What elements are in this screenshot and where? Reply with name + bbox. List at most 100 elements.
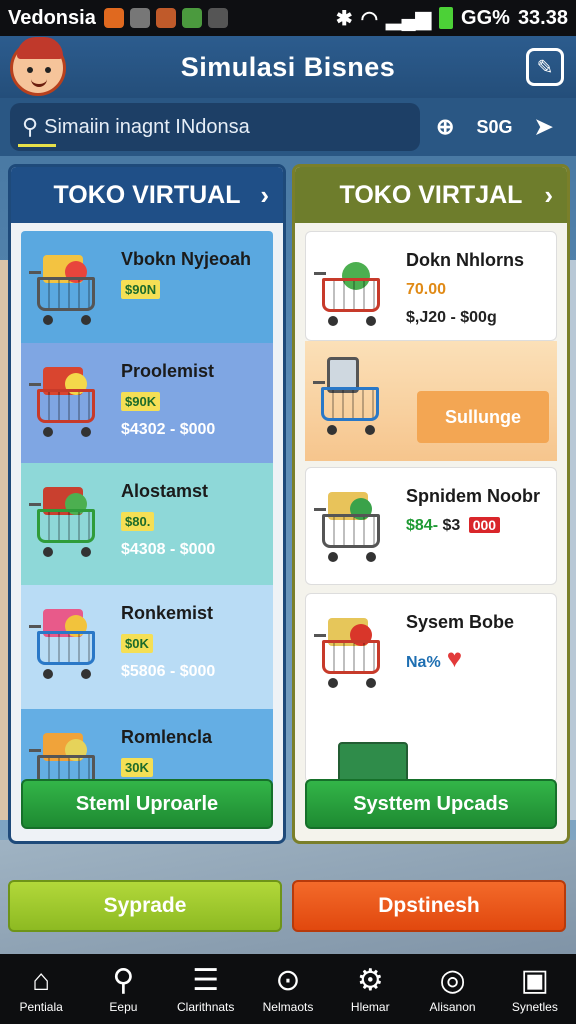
- cart-wheel: [366, 552, 376, 562]
- store-item[interactable]: Vbokn Nyjeoah $90N: [21, 231, 273, 343]
- nav-item-list[interactable]: ☰ Clarithnats: [165, 954, 247, 1024]
- marker-icon: ⊙: [275, 964, 301, 997]
- battery-percent: GG%: [461, 6, 510, 29]
- search-text: Simaiin inagnt INdonsa: [44, 115, 250, 138]
- nav-label: Alisanon: [429, 1000, 476, 1014]
- right-upgrade-button[interactable]: Systtem Upcads: [305, 779, 557, 829]
- right-column-title: TOKO VIRTJAL: [339, 180, 523, 209]
- item-price-range: $4308 - $000: [121, 541, 216, 558]
- item-name: Vbokn Nyjeoah: [121, 249, 252, 269]
- nav-label: Clarithnats: [177, 1000, 235, 1014]
- cart-wheel: [365, 425, 375, 435]
- nav-item-location[interactable]: ⚲ Eepu: [82, 954, 164, 1024]
- notification-game-icon: [181, 8, 202, 28]
- nav-item-home[interactable]: ⌂ Pentiala: [0, 954, 82, 1024]
- chevron-right-icon[interactable]: ›: [544, 180, 553, 211]
- cart-wheel: [328, 316, 338, 326]
- left-column-header[interactable]: TOKO VIRTUAL ›: [11, 167, 283, 223]
- shopping-cart-icon: [314, 248, 394, 328]
- cart-handle: [313, 381, 325, 384]
- cart-wheel: [81, 669, 91, 679]
- left-store-column: TOKO VIRTUAL › Vbokn Nyjeoah $90N Proole…: [8, 164, 286, 844]
- list-icon: ☰: [192, 964, 220, 997]
- item-percent: Na%: [406, 654, 441, 671]
- item-price: $90N: [121, 280, 161, 299]
- nav-label: Synetles: [511, 1000, 558, 1014]
- item-name: Dokn Nhlorns: [406, 250, 525, 270]
- search-tools: ⊕ S0G ➤: [436, 114, 553, 140]
- store-item[interactable]: Alostamst $80. $4308 - $000: [21, 463, 273, 585]
- item-price: $0K: [121, 634, 153, 653]
- store-item[interactable]: Dokn Nhlorns 70.00 $,J20 - $00g: [305, 231, 557, 341]
- cart-handle: [29, 383, 41, 386]
- store-item[interactable]: Spnidem Noobr $84- $3 000: [305, 467, 557, 585]
- item-price: 30K: [121, 758, 153, 777]
- search-input[interactable]: ⚲ Simaiin inagnt INdonsa: [10, 103, 420, 151]
- upgrade-action-button[interactable]: Syprade: [8, 880, 282, 932]
- store-item[interactable]: Sullunge: [305, 341, 557, 461]
- cart-wheel: [366, 316, 376, 326]
- cart-handle: [314, 508, 326, 511]
- item-price-tag: 000: [468, 517, 501, 533]
- edit-icon[interactable]: ✎: [526, 48, 564, 86]
- cart-wheel: [328, 678, 338, 688]
- search-row: ⚲ Simaiin inagnt INdonsa ⊕ S0G ➤: [0, 98, 576, 156]
- calendar-icon: ▣: [520, 964, 549, 997]
- nav-item-calendar[interactable]: ▣ Synetles: [494, 954, 576, 1024]
- app-header: Simulasi Bisnes ✎: [0, 36, 576, 98]
- cart-wheel: [366, 678, 376, 688]
- heart-icon[interactable]: ♥: [447, 643, 462, 673]
- cart-basket: [321, 387, 379, 421]
- bottom-nav: ⌂ Pentiala ⚲ Eepu ☰ Clarithnats ⊙ Nelmao…: [0, 954, 576, 1024]
- nav-item-settings[interactable]: ⚙ Hlemar: [329, 954, 411, 1024]
- notification-home-icon: [155, 8, 176, 28]
- shopping-cart-icon: [29, 247, 109, 327]
- notification-mail-icon: [129, 8, 150, 28]
- cart-wheel: [43, 669, 53, 679]
- suggest-button[interactable]: Sullunge: [417, 391, 549, 443]
- nav-item-marker[interactable]: ⊙ Nelmaots: [247, 954, 329, 1024]
- home-icon: ⌂: [32, 964, 51, 997]
- nav-label: Hlemar: [350, 1000, 390, 1014]
- cart-wheel: [328, 552, 338, 562]
- cart-basket: [322, 640, 380, 674]
- cart-basket: [37, 389, 95, 423]
- chevron-right-icon[interactable]: ›: [260, 180, 269, 211]
- mascot-mouth: [31, 79, 47, 87]
- right-column-header[interactable]: TOKO VIRTJAL ›: [295, 167, 567, 223]
- location-pin-icon: ⚲: [112, 964, 135, 997]
- cart-basket: [322, 514, 380, 548]
- zoom-icon[interactable]: ⊕: [436, 114, 454, 140]
- mascot-eye-left: [27, 67, 33, 73]
- left-upgrade-button[interactable]: Steml Uproarle: [21, 779, 273, 829]
- item-name: Alostamst: [121, 481, 209, 501]
- gear-icon: ⚙: [356, 964, 384, 997]
- search-tool-label[interactable]: S0G: [476, 117, 512, 138]
- shopping-cart-icon: [29, 601, 109, 681]
- bluetooth-icon: ✱: [335, 7, 353, 30]
- cart-handle: [314, 634, 326, 637]
- store-item[interactable]: Ronkemist $0K $5806 - $000: [21, 585, 273, 709]
- notification-shield-icon: [207, 8, 228, 28]
- circle-icon: ◎: [439, 964, 466, 997]
- shopping-cart-icon: [313, 357, 393, 437]
- cart-wheel: [327, 425, 337, 435]
- item-name: Proolemist: [121, 361, 215, 381]
- store-item[interactable]: Proolemist $90K $4302 - $000: [21, 343, 273, 463]
- send-icon[interactable]: ➤: [534, 114, 552, 140]
- cart-wheel: [81, 547, 91, 557]
- item-price-range: $4302 - $000: [121, 421, 216, 438]
- cart-wheel: [43, 315, 53, 325]
- mascot-avatar[interactable]: [10, 37, 66, 96]
- destination-action-button[interactable]: Dpstinesh: [292, 880, 566, 932]
- shopping-cart-icon: [29, 359, 109, 439]
- shopping-cart-icon: [314, 610, 394, 690]
- carrier-name: Vedonsia: [8, 6, 96, 29]
- cart-wheel: [43, 547, 53, 557]
- app-title: Simulasi Bisnes: [180, 51, 396, 82]
- item-price: $80.: [121, 512, 155, 531]
- battery-icon: [439, 7, 454, 29]
- store-item[interactable]: Sysem Bobe Na% ♥: [305, 593, 557, 783]
- nav-item-circle[interactable]: ◎ Alisanon: [411, 954, 493, 1024]
- clock: 33.38: [517, 6, 568, 29]
